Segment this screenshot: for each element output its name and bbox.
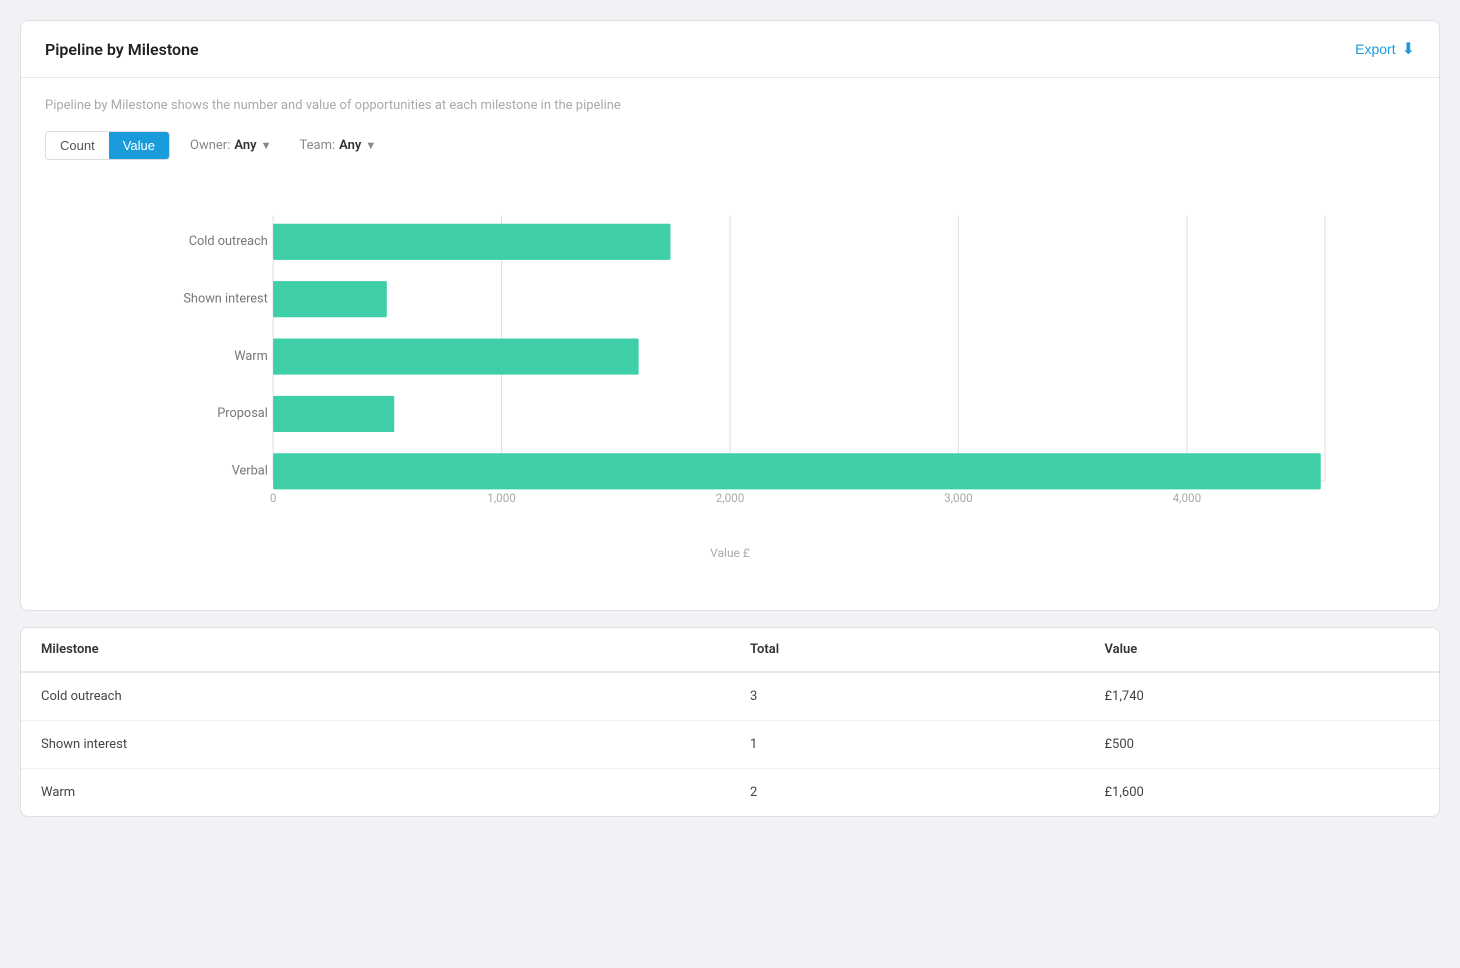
value-toggle-button[interactable]: Value [109, 132, 169, 159]
owner-filter-label: Owner: [190, 138, 230, 153]
svg-text:0: 0 [270, 491, 277, 505]
chart-card: Pipeline by Milestone Export ⬇ Pipeline … [20, 20, 1440, 611]
cell-total: 2 [730, 769, 1085, 817]
team-filter-label: Team: [299, 138, 335, 153]
svg-text:Warm: Warm [234, 349, 268, 364]
chart-title: Pipeline by Milestone [45, 40, 199, 59]
svg-text:Cold outreach: Cold outreach [189, 234, 268, 249]
x-axis-label: Value £ [45, 546, 1415, 560]
col-header-total: Total [730, 628, 1085, 672]
chart-container: 0 1,000 2,000 3,000 4,000 Cold outreach … [45, 184, 1415, 590]
svg-text:4,000: 4,000 [1173, 491, 1202, 505]
cell-milestone: Shown interest [21, 721, 730, 769]
svg-text:Shown interest: Shown interest [183, 291, 267, 306]
team-filter-value: Any [339, 138, 361, 153]
cell-value: £1,600 [1085, 769, 1440, 817]
cell-total: 3 [730, 672, 1085, 721]
table-row: Cold outreach 3 £1,740 [21, 672, 1439, 721]
bar-chart-svg: 0 1,000 2,000 3,000 4,000 Cold outreach … [45, 194, 1415, 534]
table-body: Cold outreach 3 £1,740 Shown interest 1 … [21, 672, 1439, 816]
owner-chevron-icon: ▼ [261, 139, 272, 152]
filters-bar: Count Value Owner: Any ▼ Team: Any ▼ [45, 131, 1415, 160]
milestone-table: Milestone Total Value Cold outreach 3 £1… [21, 628, 1439, 816]
table-card: Milestone Total Value Cold outreach 3 £1… [20, 627, 1440, 817]
col-header-value: Value [1085, 628, 1440, 672]
table-header: Milestone Total Value [21, 628, 1439, 672]
cell-value: £1,740 [1085, 672, 1440, 721]
chart-card-body: Pipeline by Milestone shows the number a… [21, 78, 1439, 610]
team-dropdown[interactable]: Team: Any ▼ [291, 134, 384, 157]
col-header-milestone: Milestone [21, 628, 730, 672]
chart-description: Pipeline by Milestone shows the number a… [45, 98, 1415, 113]
cell-milestone: Warm [21, 769, 730, 817]
export-icon: ⬇ [1402, 39, 1415, 59]
owner-filter-value: Any [234, 138, 256, 153]
table-row: Shown interest 1 £500 [21, 721, 1439, 769]
view-toggle: Count Value [45, 131, 170, 160]
team-chevron-icon: ▼ [365, 139, 376, 152]
cell-total: 1 [730, 721, 1085, 769]
cell-milestone: Cold outreach [21, 672, 730, 721]
svg-text:Proposal: Proposal [217, 406, 268, 421]
svg-text:3,000: 3,000 [944, 491, 973, 505]
svg-text:2,000: 2,000 [716, 491, 745, 505]
owner-dropdown[interactable]: Owner: Any ▼ [182, 134, 279, 157]
export-button[interactable]: Export ⬇ [1355, 39, 1415, 59]
chart-card-header: Pipeline by Milestone Export ⬇ [21, 21, 1439, 78]
svg-text:Verbal: Verbal [232, 464, 268, 479]
count-toggle-button[interactable]: Count [46, 132, 109, 159]
svg-text:1,000: 1,000 [487, 491, 516, 505]
export-label: Export [1355, 41, 1395, 57]
table-row: Warm 2 £1,600 [21, 769, 1439, 817]
cell-value: £500 [1085, 721, 1440, 769]
table-header-row: Milestone Total Value [21, 628, 1439, 672]
